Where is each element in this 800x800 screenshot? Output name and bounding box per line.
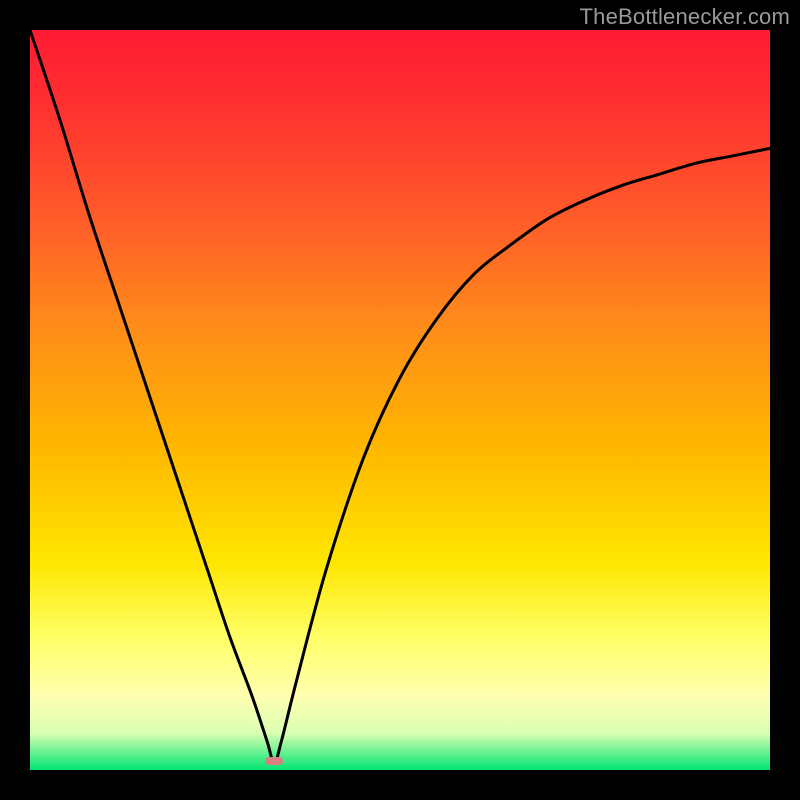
- curve-svg: [30, 30, 770, 770]
- plot-area: [30, 30, 770, 770]
- watermark-text: TheBottlenecker.com: [580, 4, 790, 30]
- minimum-marker: [265, 757, 283, 765]
- chart-frame: TheBottlenecker.com: [0, 0, 800, 800]
- bottleneck-curve: [30, 30, 770, 763]
